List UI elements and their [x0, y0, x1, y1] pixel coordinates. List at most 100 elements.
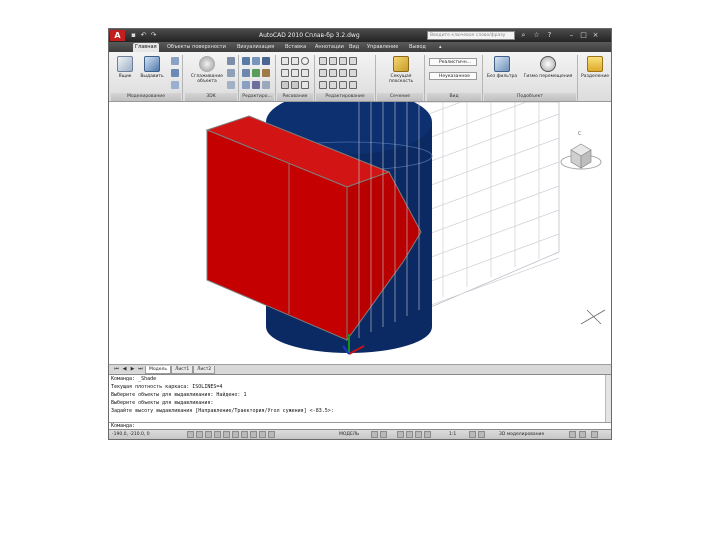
align-3d-icon[interactable] [339, 57, 347, 65]
pan-button[interactable] [397, 431, 404, 438]
annotation-visibility-button[interactable] [469, 431, 476, 438]
prev-tab-icon[interactable]: ◀ [121, 366, 128, 373]
hardware-acceleration-icon[interactable] [579, 431, 586, 438]
circle-icon[interactable] [301, 57, 309, 65]
tab-view[interactable]: Вид [349, 43, 359, 52]
mesh-refine-icon[interactable] [227, 81, 235, 89]
explode-icon[interactable] [349, 81, 357, 89]
workspace-switch[interactable]: 3D моделирование [499, 431, 544, 439]
snap-toggle[interactable] [187, 431, 194, 438]
hatch-icon[interactable] [281, 81, 289, 89]
extrude-faces-icon[interactable] [252, 69, 260, 77]
polyline-icon[interactable] [291, 57, 299, 65]
box-button[interactable]: Ящик [112, 55, 138, 91]
save-icon[interactable]: ▪ [129, 31, 138, 40]
panel-subobject[interactable]: Подобъект [484, 93, 576, 101]
minimize-icon[interactable]: – [567, 31, 576, 40]
visual-style-select[interactable]: Реалистичн... [429, 58, 477, 66]
erase-icon[interactable] [339, 81, 347, 89]
tab-annotate[interactable]: Аннотации [315, 43, 344, 52]
slice-icon[interactable] [252, 81, 260, 89]
auto-scale-button[interactable] [478, 431, 485, 438]
ribbon-minimize-icon[interactable]: ▴ [439, 43, 442, 52]
coordinates-readout[interactable]: -190.0, -210.0, 0 [112, 431, 150, 439]
ducs-toggle[interactable] [250, 431, 257, 438]
region-icon[interactable] [291, 81, 299, 89]
model-space-button[interactable]: МОДЕЛЬ [339, 431, 359, 439]
tab-home[interactable]: Главная [133, 43, 159, 52]
extract-edges-icon[interactable] [242, 69, 250, 77]
polar-toggle[interactable] [214, 431, 221, 438]
panel-modify[interactable]: Редактирование [316, 93, 374, 101]
union-icon[interactable] [242, 57, 250, 65]
zoom-button[interactable] [406, 431, 413, 438]
tab-insert[interactable]: Вставка [285, 43, 306, 52]
sweep-icon[interactable] [171, 81, 179, 89]
quick-view-layouts-button[interactable] [371, 431, 378, 438]
intersect-icon[interactable] [262, 57, 270, 65]
command-scrollbar[interactable] [605, 375, 611, 422]
point-icon[interactable] [301, 81, 309, 89]
showmotion-button[interactable] [424, 431, 431, 438]
ortho-toggle[interactable] [205, 431, 212, 438]
extrude-button[interactable]: Выдавить [139, 55, 165, 91]
search-input[interactable]: Введите ключевое слово/фразу [427, 31, 515, 40]
dyn-toggle[interactable] [259, 431, 266, 438]
lock-icon[interactable] [569, 431, 576, 438]
layers-button[interactable]: Разделение [581, 55, 609, 91]
array-3d-icon[interactable] [329, 69, 337, 77]
revolve-icon[interactable] [171, 69, 179, 77]
panel-section[interactable]: Сечение [377, 93, 423, 101]
mirror-3d-icon[interactable] [319, 69, 327, 77]
drawing-viewport[interactable]: С [109, 102, 611, 364]
smooth-object-button[interactable]: Сглаживание объекта [189, 55, 225, 91]
application-menu-button[interactable]: A [110, 30, 125, 41]
osnap-toggle[interactable] [223, 431, 230, 438]
copy-icon[interactable] [329, 81, 337, 89]
move-icon[interactable] [319, 57, 327, 65]
tab-output[interactable]: Вывод [409, 43, 426, 52]
clean-screen-icon[interactable] [591, 431, 598, 438]
mesh-smooth-less-icon[interactable] [227, 69, 235, 77]
tab-layout2[interactable]: Лист2 [193, 366, 216, 374]
section-plane-button[interactable]: Секущая плоскость [383, 55, 419, 91]
mesh-smooth-more-icon[interactable] [227, 57, 235, 65]
3d-osnap-toggle[interactable] [232, 431, 239, 438]
subtract-icon[interactable] [252, 57, 260, 65]
annotation-scale[interactable]: 1:1 [449, 431, 456, 439]
scale-icon[interactable] [339, 69, 347, 77]
tab-surface-objects[interactable]: Объекты поверхности [167, 43, 226, 52]
next-tab-icon[interactable]: ▶ [129, 366, 136, 373]
panel-solid-editing[interactable]: Редактиро... [240, 93, 274, 101]
search-icon[interactable]: ⌕ [519, 31, 528, 40]
rotate-3d-icon[interactable] [329, 57, 337, 65]
quick-view-drawings-button[interactable] [380, 431, 387, 438]
undo-icon[interactable]: ↶ [139, 31, 148, 40]
star-icon[interactable]: ☆ [532, 31, 541, 40]
spline-icon[interactable] [301, 69, 309, 77]
first-tab-icon[interactable]: ⏮ [113, 366, 120, 373]
tab-render[interactable]: Визуализация [237, 43, 274, 52]
maximize-icon[interactable]: □ [579, 31, 588, 40]
polysolid-icon[interactable] [171, 57, 179, 65]
redo-icon[interactable]: ↷ [149, 31, 158, 40]
tab-layout1[interactable]: Лист1 [171, 366, 194, 374]
grid-toggle[interactable] [196, 431, 203, 438]
tab-manage[interactable]: Управление [367, 43, 398, 52]
trim-icon[interactable] [349, 69, 357, 77]
last-tab-icon[interactable]: ⏭ [137, 366, 144, 373]
panel-modeling[interactable]: Моделирование [111, 93, 181, 101]
steeringwheel-button[interactable] [415, 431, 422, 438]
otrack-toggle[interactable] [241, 431, 248, 438]
offset-icon[interactable] [319, 81, 327, 89]
move-gizmo-button[interactable]: Гизмо перемещения [523, 55, 573, 91]
no-filter-button[interactable]: Без фильтра [485, 55, 519, 91]
shell-icon[interactable] [242, 81, 250, 89]
tab-model[interactable]: Модель [145, 366, 172, 374]
fillet-icon[interactable] [349, 57, 357, 65]
panel-view[interactable]: Вид [427, 93, 481, 101]
rectangle-icon[interactable] [291, 69, 299, 77]
panel-mesh[interactable]: 3DK [185, 93, 237, 101]
named-view-select[interactable]: Неуказанное [429, 72, 477, 80]
arc-icon[interactable] [281, 69, 289, 77]
